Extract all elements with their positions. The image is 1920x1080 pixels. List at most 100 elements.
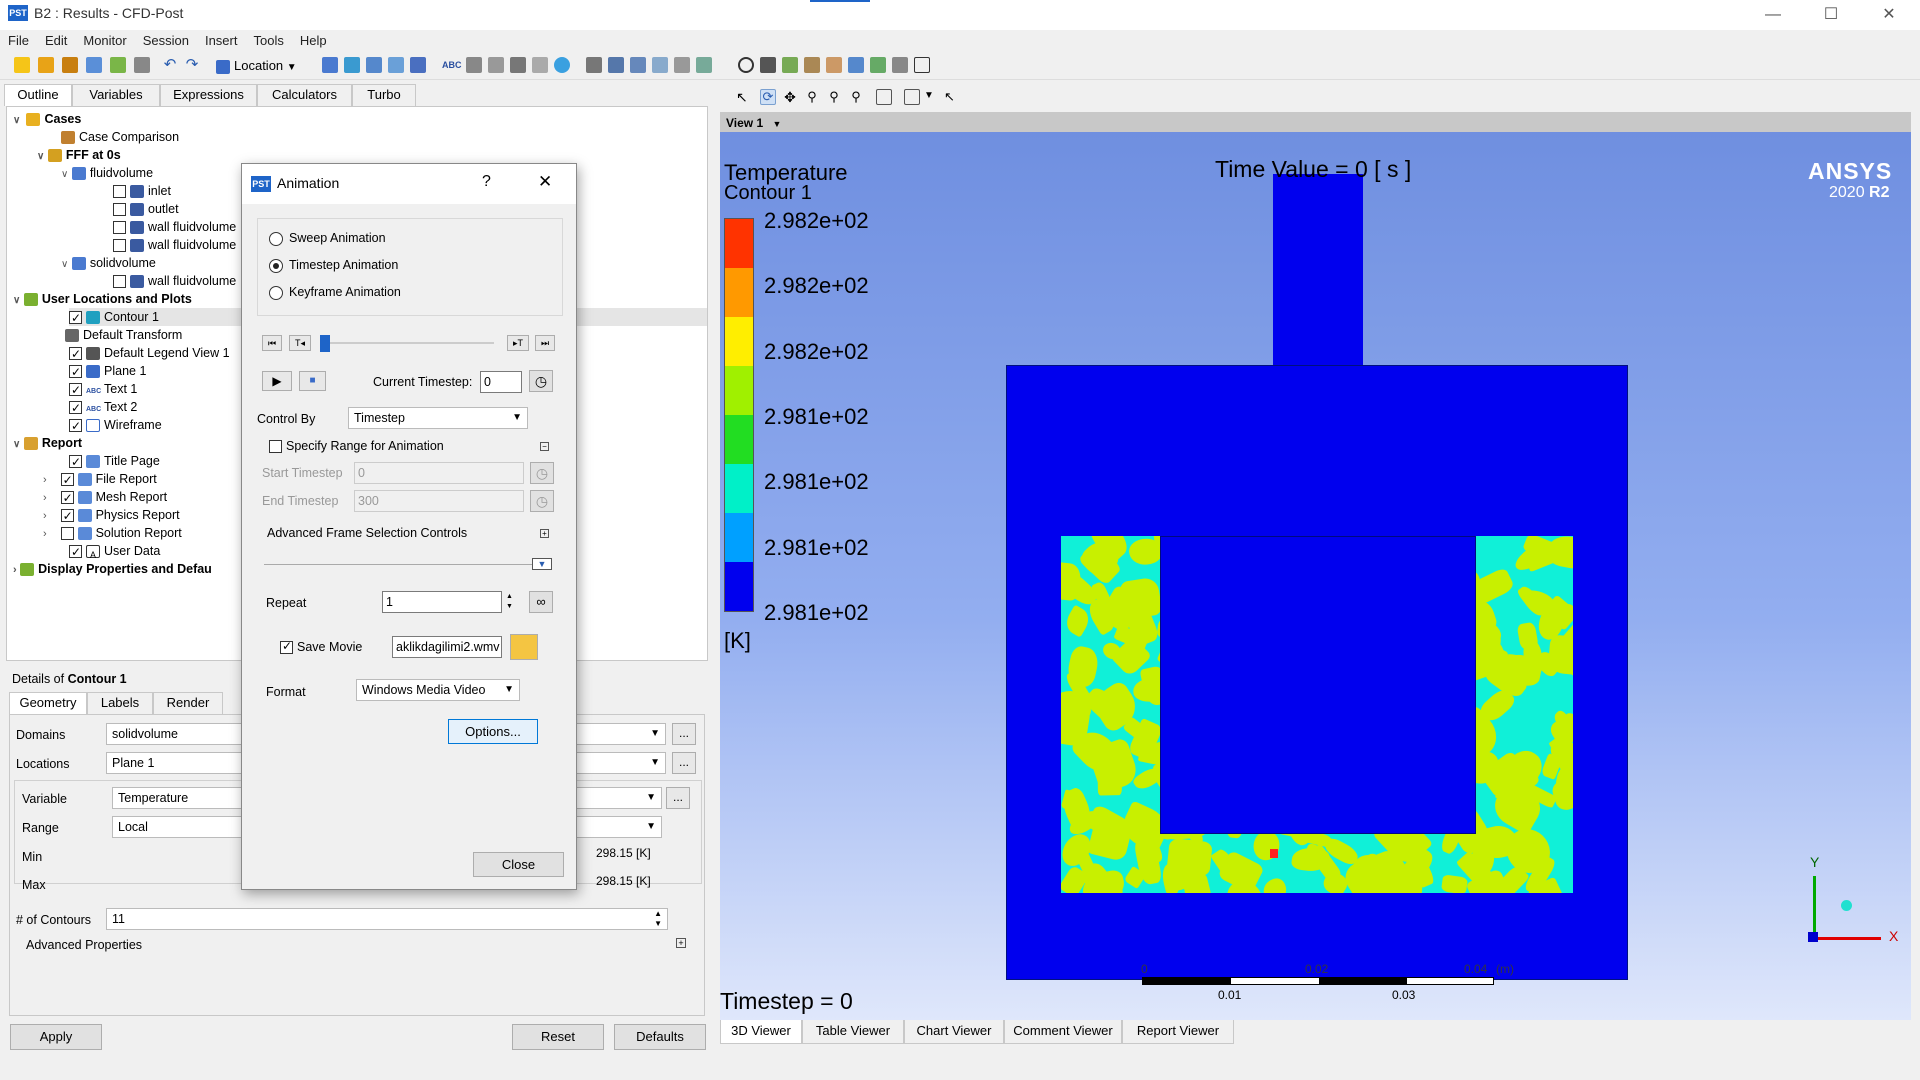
menu-file[interactable]: File <box>0 30 37 48</box>
current-timestep-input[interactable]: 0 <box>480 371 522 393</box>
tab-report-viewer[interactable]: Report Viewer <box>1122 1020 1234 1044</box>
control-by-dropdown[interactable]: Timestep ▼ <box>348 407 528 429</box>
timestep-slider-track[interactable] <box>320 342 494 344</box>
help-button[interactable]: ? <box>482 173 491 191</box>
visibility-checkbox[interactable] <box>69 363 82 381</box>
tree-item-outlet[interactable]: outlet <box>113 200 179 218</box>
menu-session[interactable]: Session <box>135 30 197 48</box>
3d-viewport[interactable]: Temperature Contour 1 2.982e+02 2.982e+02… <box>720 132 1911 1020</box>
tab-render[interactable]: Render <box>153 692 223 714</box>
tree-item-default-transform[interactable]: Default Transform <box>65 326 182 344</box>
comment-icon[interactable] <box>674 57 690 73</box>
probe-icon[interactable] <box>782 57 798 73</box>
variable-more-button[interactable]: ... <box>666 787 690 809</box>
zoom-box-icon[interactable]: ⚲ <box>826 89 842 105</box>
tree-item-title-page[interactable]: Title Page <box>69 452 160 471</box>
color-map-icon[interactable] <box>554 57 570 73</box>
close-icon[interactable]: ✕ <box>538 172 552 192</box>
redo-icon[interactable]: ↷ <box>184 57 200 73</box>
locations-more-button[interactable]: ... <box>672 752 696 774</box>
figure-icon[interactable] <box>696 57 712 73</box>
checkbox-indicator[interactable] <box>280 639 293 655</box>
menu-monitor[interactable]: Monitor <box>75 30 134 48</box>
visibility-checkbox[interactable] <box>69 417 82 435</box>
menu-insert[interactable]: Insert <box>197 30 246 48</box>
expand-icon[interactable]: › <box>43 492 47 504</box>
radio-indicator[interactable] <box>269 231 283 246</box>
visibility-checkbox[interactable] <box>60 489 74 507</box>
tree-item-cases[interactable]: ∨ Cases <box>13 110 81 128</box>
keyframe-radio[interactable]: Keyframe Animation <box>269 285 401 300</box>
macro-calc-icon[interactable] <box>826 57 842 73</box>
vector-icon[interactable] <box>322 57 338 73</box>
select-cursor-icon[interactable]: ↖ <box>736 89 752 105</box>
mesh-calc-icon[interactable] <box>848 57 864 73</box>
last-frame-button[interactable]: ⏭ <box>535 335 555 351</box>
streamline-icon[interactable] <box>366 57 382 73</box>
defaults-button[interactable]: Defaults <box>614 1024 706 1050</box>
tree-item-mesh-report[interactable]: › Mesh Report <box>43 488 167 507</box>
tree-item-case-comparison[interactable]: Case Comparison <box>61 128 179 146</box>
command-editor-icon[interactable] <box>892 57 908 73</box>
case-compare-icon[interactable] <box>870 57 886 73</box>
specify-range-checkbox[interactable]: Specify Range for Animation <box>269 439 444 454</box>
tab-expressions[interactable]: Expressions <box>160 84 257 106</box>
visibility-checkbox[interactable] <box>60 507 74 525</box>
maximize-button[interactable]: ☐ <box>1808 0 1854 30</box>
close-button[interactable]: Close <box>473 852 564 877</box>
text-icon[interactable]: ABC <box>442 57 462 73</box>
visibility-checkbox[interactable] <box>60 471 74 489</box>
save-icon[interactable] <box>86 57 102 73</box>
stop-button[interactable]: ■ <box>299 371 326 391</box>
tree-item-wireframe[interactable]: Wireframe <box>69 416 162 435</box>
contours-spinbox[interactable]: 11 ▲ ▼ <box>106 908 668 930</box>
visibility-checkbox[interactable] <box>60 527 74 541</box>
visibility-checkbox[interactable] <box>113 185 126 199</box>
pan-icon[interactable]: ✥ <box>782 89 798 105</box>
spin-arrows-icon[interactable]: ▲ ▼ <box>654 909 662 929</box>
visibility-checkbox[interactable] <box>113 275 126 289</box>
reset-button[interactable]: Reset <box>512 1024 604 1050</box>
coordinate-frame-icon[interactable] <box>466 57 482 73</box>
expand-icon[interactable]: › <box>43 474 47 486</box>
tree-item-fff[interactable]: ∨ FFF at 0s <box>37 146 121 164</box>
chevron-down-icon[interactable]: ▼ <box>924 90 934 101</box>
collapse-icon[interactable]: ∨ <box>13 295 20 306</box>
play-button[interactable]: ▶ <box>262 371 292 391</box>
location-dropdown[interactable]: Location ▼ <box>216 55 310 77</box>
next-keyframe-button[interactable]: ▸T <box>507 335 529 351</box>
start-timestep-input[interactable]: 0 <box>354 462 524 484</box>
collapse-icon[interactable]: ∨ <box>61 259 68 270</box>
visibility-checkbox[interactable] <box>69 453 82 471</box>
sync-cursor-icon[interactable]: ↖ <box>944 89 960 105</box>
tree-item-file-report[interactable]: › File Report <box>43 470 157 489</box>
print-icon[interactable] <box>134 57 150 73</box>
animation-clock-icon[interactable] <box>738 57 754 73</box>
visibility-checkbox[interactable] <box>113 239 126 253</box>
tree-item-text1[interactable]: ABCText 1 <box>69 380 137 399</box>
function-calc-icon[interactable] <box>804 57 820 73</box>
new-icon[interactable] <box>14 57 30 73</box>
visibility-checkbox[interactable] <box>69 381 82 399</box>
visibility-checkbox[interactable] <box>113 221 126 235</box>
viewport-layout-icon[interactable] <box>904 89 920 105</box>
repeat-input[interactable]: 1 <box>382 591 502 613</box>
chart-icon[interactable] <box>652 57 668 73</box>
tree-item-solidvolume[interactable]: ∨ solidvolume <box>61 254 156 272</box>
expand-icon[interactable]: › <box>43 510 47 522</box>
format-dropdown[interactable]: Windows Media Video ▼ <box>356 679 520 701</box>
collapse-minus-icon[interactable]: − <box>540 442 549 451</box>
legend-icon[interactable] <box>488 57 504 73</box>
radio-indicator[interactable] <box>269 258 283 273</box>
contour-icon[interactable] <box>344 57 360 73</box>
advanced-properties-label[interactable]: Advanced Properties <box>26 938 142 952</box>
collapse-icon[interactable]: ∨ <box>37 151 44 162</box>
tree-item-report[interactable]: ∨ Report <box>13 434 82 452</box>
collapse-icon[interactable]: ∨ <box>13 439 20 450</box>
tree-item-wall1[interactable]: wall fluidvolume <box>113 218 236 236</box>
zoom-fit-icon[interactable]: ⚲ <box>848 89 864 105</box>
menu-tools[interactable]: Tools <box>245 30 291 48</box>
table-icon[interactable] <box>630 57 646 73</box>
tree-item-solution-report[interactable]: › Solution Report <box>43 524 182 542</box>
tree-item-text2[interactable]: ABCText 2 <box>69 398 137 417</box>
